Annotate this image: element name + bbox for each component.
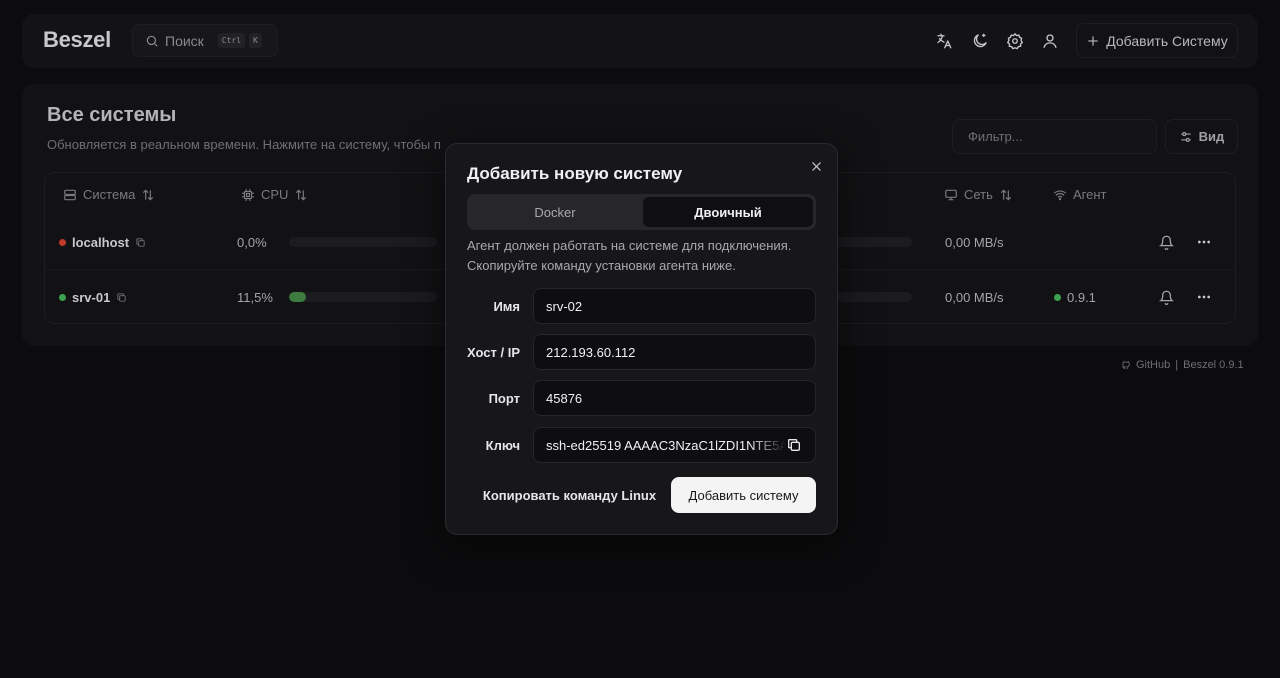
cpu-chip-icon (242, 188, 254, 201)
column-label-system: Система (83, 187, 136, 202)
dialog-title: Добавить новую систему (467, 164, 683, 183)
settings-button[interactable] (1003, 29, 1027, 53)
column-header-net[interactable]: Сеть (944, 187, 1013, 202)
status-dot-up (59, 294, 66, 301)
view-label: Вид (1198, 129, 1225, 144)
description-line-1: Агент должен работать на системе для под… (467, 238, 792, 253)
theme-moon-icon (973, 33, 987, 48)
port-field[interactable] (533, 380, 816, 416)
server-icon (64, 189, 76, 200)
copy-icon[interactable] (135, 237, 146, 248)
search-icon (146, 35, 158, 47)
system-name-cell: localhost (59, 235, 146, 250)
column-header-cpu[interactable]: CPU (241, 187, 308, 202)
key-label: Ключ (485, 438, 520, 453)
filter-input[interactable]: Фильтр... (952, 119, 1157, 154)
system-name-cell: srv-01 (59, 290, 127, 305)
add-system-label: Добавить Систему (1106, 32, 1228, 49)
disk-bar (835, 292, 912, 302)
more-horizontal-icon (1198, 295, 1210, 299)
port-label: Порт (488, 391, 520, 406)
page-subtitle: Обновляется в реальном времени. Нажмите … (47, 137, 441, 152)
column-label-agent: Агент (1073, 187, 1107, 202)
host-field[interactable] (533, 334, 816, 370)
dialog-description: Агент должен работать на системе для под… (467, 236, 827, 276)
github-link[interactable]: GitHub (1136, 359, 1170, 371)
system-name: srv-01 (72, 290, 111, 305)
description-line-2: Скопируйте команду установки агента ниже… (467, 258, 736, 273)
language-button[interactable] (932, 29, 956, 53)
logo[interactable]: Beszel (43, 27, 111, 53)
kbd-k: K (249, 33, 262, 48)
view-button[interactable]: Вид (1165, 119, 1238, 154)
row-menu-button[interactable] (1195, 288, 1213, 306)
wifi-icon (1053, 189, 1067, 200)
close-button[interactable] (808, 158, 824, 174)
user-button[interactable] (1038, 29, 1062, 53)
tab-binary[interactable]: Двоичный (643, 197, 813, 227)
search-button[interactable]: Поиск Ctrl K (132, 24, 278, 57)
column-label-cpu: CPU (261, 187, 289, 202)
name-field[interactable] (533, 288, 816, 324)
net-value: 0,00 MB/s (945, 235, 1004, 250)
bell-icon (1158, 290, 1174, 305)
key-field[interactable]: ssh-ed25519 AAAAC3NzaC1lZDI1NTE5AAAA (533, 427, 816, 463)
close-icon (811, 161, 821, 171)
network-icon (945, 189, 957, 200)
footer: GitHub | Beszel 0.9.1 (1121, 359, 1244, 371)
add-system-dialog: Добавить новую систему Docker Двоичный А… (445, 143, 838, 535)
settings-gear-icon (1006, 32, 1024, 50)
search-shortcut: Ctrl K (217, 33, 262, 48)
copy-icon[interactable] (116, 292, 127, 303)
page-title: Все системы (47, 104, 177, 126)
agent-version: 0.9.1 (1067, 290, 1096, 305)
add-system-button[interactable]: Добавить Систему (1076, 23, 1238, 58)
cpu-bar (289, 237, 437, 247)
cpu-bar-fill (289, 292, 307, 302)
copy-icon[interactable] (786, 437, 802, 453)
system-name: localhost (72, 235, 130, 250)
host-label: Хост / IP (467, 345, 520, 360)
alerts-button[interactable] (1157, 233, 1175, 251)
disk-bar (835, 237, 912, 247)
footer-separator: | (1175, 359, 1179, 371)
cpu-value: 11,5% (237, 290, 273, 305)
theme-toggle-button[interactable] (968, 29, 992, 53)
tab-docker[interactable]: Docker (470, 197, 640, 227)
kbd-ctrl: Ctrl (217, 33, 246, 48)
name-label: Имя (493, 299, 520, 314)
status-dot-down (59, 239, 66, 246)
cpu-value: 0,0% (237, 235, 267, 250)
key-value: ssh-ed25519 AAAAC3NzaC1lZDI1NTE5AAAA (546, 438, 786, 453)
user-icon (1043, 34, 1057, 48)
sort-arrows-icon (143, 189, 154, 200)
version-link[interactable]: Beszel 0.9.1 (1183, 359, 1244, 371)
bell-icon (1158, 235, 1174, 250)
column-label-net: Сеть (964, 187, 993, 202)
agent-version-cell: 0.9.1 (1054, 290, 1096, 305)
row-menu-button[interactable] (1195, 233, 1213, 251)
column-header-system[interactable]: Система (63, 187, 155, 202)
top-navbar: Beszel Поиск Ctrl K Добавить Систему (22, 14, 1258, 68)
install-type-tabs: Docker Двоичный (467, 194, 816, 230)
plus-icon (1088, 35, 1098, 46)
more-horizontal-icon (1198, 240, 1210, 244)
sliders-icon (1181, 131, 1191, 142)
alerts-button[interactable] (1157, 288, 1175, 306)
search-label: Поиск (165, 32, 204, 49)
add-system-submit-button[interactable]: Добавить систему (671, 477, 816, 513)
translate-icon (937, 33, 952, 49)
cpu-bar (289, 292, 437, 302)
net-value: 0,00 MB/s (945, 290, 1004, 305)
sort-arrows-icon (1000, 189, 1012, 200)
agent-status-dot (1054, 294, 1061, 301)
github-icon (1122, 361, 1130, 370)
copy-linux-command-button[interactable]: Копировать команду Linux (467, 478, 672, 512)
sort-arrows-icon (296, 189, 307, 200)
column-header-agent[interactable]: Агент (1053, 187, 1107, 202)
